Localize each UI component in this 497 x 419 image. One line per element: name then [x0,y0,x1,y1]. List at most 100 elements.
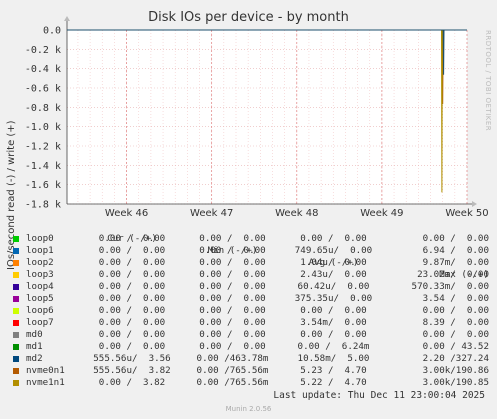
legend-row-loop1: loop1 0.00 / 0.00 0.00 / 0.00 749.65u/ 0.00… [12,245,489,257]
legend-max: 3.54 / 0.00 [422,293,489,304]
legend-name: nvme1n1 [26,377,65,388]
legend-cur: 0.00 / 0.00 [98,341,166,352]
legend-avg: 10.58m/ 5.00 [297,353,370,364]
legend-swatch-loop5 [13,296,19,302]
legend-cur: 0.00 / 0.00 [98,305,166,316]
legend-row-loop0: loop0 0.00 / 0.00 0.00 / 0.00 0.00 / 0.00 0.… [12,233,489,245]
legend-cur: 0.00 / 0.00 [98,317,166,328]
legend-max: 0.00 / 0.00 [422,305,489,316]
legend-row-md2: md2 555.56u/ 3.56 0.00 /463.78m 10.58m/ 5.0… [12,353,489,365]
legend-row-md0: md0 0.00 / 0.00 0.00 / 0.00 0.00 / 0.00 0.00… [12,329,489,341]
legend-avg: 0.00 / 0.00 [300,233,367,244]
munin-version: Munin 2.0.56 [225,405,272,413]
legend-avg: 375.35u/ 0.00 [294,293,373,304]
legend-min: 0.00 / 0.00 [199,257,266,268]
legend-min: 0.00 / 0.00 [199,329,266,340]
y-tick-label: -0.4 k [25,64,61,75]
legend-name: md2 [26,353,43,364]
legend-cur: 0.00 / 0.00 [98,269,166,280]
legend-name: loop5 [26,293,54,304]
legend-row-nvme0n1: nvme0n1 555.56u/ 3.82 0.00 /765.56m 5.23 / … [12,365,489,377]
legend-row-loop4: loop4 0.00 / 0.00 0.00 / 0.00 60.42u/ 0.00 5… [12,281,489,293]
legend-row-md1: md1 0.00 / 0.00 0.00 / 0.00 0.00 / 6.24m 0.0… [12,341,489,353]
legend-swatch-md1 [13,344,19,350]
legend-max: 0.00 / 0.00 [422,329,489,340]
legend-avg: 1.04u/ 0.00 [300,257,367,268]
legend-max: 23.02m/ 0.00 [417,269,489,280]
x-tick-label: Week 48 [275,208,318,219]
y-tick-label: -1.2 k [25,142,61,153]
legend-swatch-nvme1n1 [13,380,19,386]
legend-name: loop6 [26,305,54,316]
plot-area [67,30,467,204]
legend-avg: 0.00 / 0.00 [300,329,367,340]
legend-cur: 0.00 / 0.00 [98,281,166,292]
legend-name: nvme0n1 [26,365,65,376]
legend-swatch-loop6 [13,308,19,314]
x-tick-label: Week 49 [360,208,403,219]
last-update: Last update: Thu Dec 11 23:00:04 2025 [273,390,485,401]
x-tick-label: Week 46 [105,208,148,219]
legend-cur: 0.00 / 0.00 [98,233,166,244]
legend-min: 0.00 /463.78m [196,353,269,364]
chart-plot: 0.0 -0.2 k -0.4 k -0.6 k -0.8 k -1.0 k -1.2 k -… [25,16,489,219]
y-tick-label: -1.6 k [25,180,61,191]
legend-min: 0.00 / 0.00 [199,281,266,292]
legend-min: 0.00 /765.56m [196,377,269,388]
legend-name: md1 [26,341,43,352]
legend-min: 0.00 / 0.00 [199,341,266,352]
legend-name: md0 [26,329,43,340]
legend-name: loop3 [26,269,54,280]
y-tick-label: -1.4 k [25,161,61,172]
y-tick-label: -1.0 k [25,122,61,133]
legend-min: 0.00 / 0.00 [199,245,266,256]
legend-max: 6.94 / 0.00 [422,245,489,256]
legend-row-loop6: loop6 0.00 / 0.00 0.00 / 0.00 0.00 / 0.00 0.… [12,305,489,317]
legend-row-nvme1n1: nvme1n1 0.00 / 3.82 0.00 /765.56m 5.22 / 4.… [12,377,489,389]
legend-min: 0.00 / 0.00 [199,269,266,280]
legend-row-loop5: loop5 0.00 / 0.00 0.00 / 0.00 375.35u/ 0.00… [12,293,489,305]
legend-row-loop3: loop3 0.00 / 0.00 0.00 / 0.00 2.43u/ 0.00 23… [12,269,489,281]
legend-max: 2.20 /327.24 [422,353,489,364]
legend-swatch-nvme0n1 [13,368,19,374]
legend-avg: 2.43u/ 0.00 [300,269,367,280]
legend-cur: 555.56u/ 3.56 [93,353,171,364]
legend-avg: 0.00 / 6.24m [297,341,370,352]
legend-swatch-loop2 [13,260,19,266]
legend-name: loop7 [26,317,54,328]
legend-avg: 3.54m/ 0.00 [300,317,367,328]
legend-min: 0.00 /765.56m [196,365,269,376]
legend-header: Cur (-/+) Min (-/+) Avg (-/+) Max (-/+) [12,221,489,280]
legend-name: loop4 [26,281,54,292]
legend-avg: 5.22 / 4.70 [300,377,367,388]
legend-cur: 0.00 / 3.82 [98,377,166,388]
legend-swatch-loop1 [13,248,19,254]
legend-swatch-md0 [13,332,19,338]
legend-cur: 0.00 / 0.00 [98,257,166,268]
x-tick-label: Week 47 [190,208,233,219]
legend-max: 0.00 / 0.00 [422,233,489,244]
legend-table: Cur (-/+) Min (-/+) Avg (-/+) Max (-/+) … [12,221,489,389]
legend-max: 9.87m/ 0.00 [422,257,489,268]
y-axis-arrow [64,16,70,21]
legend-max: 8.39 / 0.00 [422,317,489,328]
legend-min: 0.00 / 0.00 [199,305,266,316]
legend-min: 0.00 / 0.00 [199,317,266,328]
legend-max: 570.33m/ 0.00 [411,281,489,292]
legend-name: loop0 [26,233,54,244]
y-tick-label: -0.6 k [25,84,61,95]
legend-min: 0.00 / 0.00 [199,233,266,244]
legend-avg: 5.23 / 4.70 [300,365,367,376]
y-tick-label: -0.8 k [25,103,61,114]
legend-swatch-loop7 [13,320,19,326]
y-tick-label: -1.8 k [25,200,61,211]
legend-max: 3.00k/190.85 [422,377,489,388]
legend-row-loop2: loop2 0.00 / 0.00 0.00 / 0.00 1.04u/ 0.00 9.… [12,257,489,269]
legend-min: 0.00 / 0.00 [199,293,266,304]
legend-name: loop2 [26,257,54,268]
legend-swatch-loop4 [13,284,19,290]
legend-avg: 0.00 / 0.00 [300,305,367,316]
legend-cur: 0.00 / 0.00 [98,245,166,256]
munin-graph: Disk IOs per device - by month IOs/secon… [0,0,497,419]
x-tick-label: Week 50 [445,208,488,219]
